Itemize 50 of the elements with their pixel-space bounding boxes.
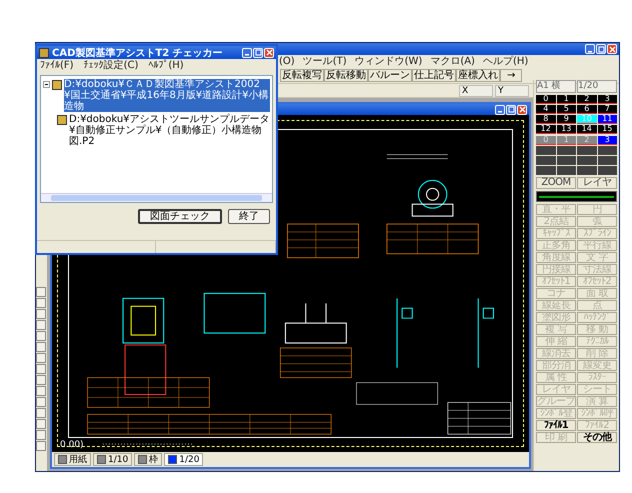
dialog-button[interactable]: 図面チェック bbox=[138, 209, 222, 224]
color-swatch[interactable]: 2 bbox=[577, 95, 596, 104]
color-swatch[interactable]: 6 bbox=[577, 105, 596, 114]
status-toggle[interactable]: 用紙 bbox=[54, 453, 91, 466]
menu-item[interactable]: ツール(T) bbox=[302, 56, 347, 68]
toolbar-button[interactable]: → bbox=[500, 69, 522, 82]
color-swatch[interactable]: 11 bbox=[598, 115, 617, 124]
menu-item[interactable]: ﾌｧｲﾙ(F) bbox=[40, 60, 74, 72]
coordinate-field: Y bbox=[495, 84, 529, 96]
menu-item[interactable]: マクロ(A) bbox=[430, 56, 475, 68]
toolbar-button[interactable]: 座標入れ bbox=[456, 69, 500, 82]
color-swatch[interactable]: 14 bbox=[577, 125, 596, 134]
tree-item[interactable]: D:¥doboku¥アシストツールサンプルデータ¥自動修正サンプル¥（自動修正）小構造物図.P2 bbox=[69, 114, 270, 147]
command-button[interactable]: ﾌｧｲﾙ1 bbox=[536, 420, 576, 431]
toolbar-button[interactable]: 反転複写 bbox=[280, 69, 324, 82]
menu-item[interactable]: (O) bbox=[279, 56, 295, 68]
sheet-size-field: A1 横 bbox=[536, 80, 576, 93]
coordinate-field: X bbox=[459, 84, 493, 96]
color-swatch[interactable]: 15 bbox=[598, 125, 617, 134]
color-swatch[interactable]: 3 bbox=[598, 95, 617, 104]
dialog-button[interactable]: 終了 bbox=[228, 209, 270, 224]
color-swatch[interactable]: 8 bbox=[536, 115, 556, 124]
status-toggle[interactable]: 枠 bbox=[134, 453, 162, 466]
color-swatch[interactable]: 0 bbox=[536, 95, 556, 104]
toolbar-button[interactable]: 反転移動 bbox=[324, 69, 368, 82]
status-toggle[interactable]: 1/10 bbox=[93, 453, 132, 466]
menu-item[interactable]: ウィンドウ(W) bbox=[354, 56, 422, 68]
menu-item[interactable]: ﾁｪｯｸ設定(C) bbox=[84, 60, 138, 72]
toolbar-button[interactable]: 仕上記号 bbox=[412, 69, 456, 82]
status-toggle[interactable]: 1/20 bbox=[164, 453, 204, 466]
coordinate-readout: 0.00) bbox=[60, 440, 84, 450]
dialog-title: CAD製図基準アシストT2 チェッカー bbox=[52, 46, 223, 60]
view-button[interactable]: レイヤ bbox=[577, 177, 617, 189]
color-swatch[interactable]: 13 bbox=[556, 125, 576, 134]
color-swatch[interactable]: 4 bbox=[536, 105, 556, 114]
menu-item[interactable]: ﾍﾙﾌﾟ(H) bbox=[148, 60, 184, 72]
toolbar-button[interactable]: バルーン bbox=[368, 69, 412, 82]
color-swatch[interactable]: 12 bbox=[536, 125, 556, 134]
view-button[interactable]: ZOOM bbox=[536, 177, 576, 189]
menu-item[interactable]: ヘルプ(H) bbox=[482, 56, 528, 68]
command-button[interactable]: その他 bbox=[577, 432, 617, 443]
layer-button[interactable]: 2 bbox=[577, 136, 596, 145]
layer-button[interactable]: 3 bbox=[598, 136, 617, 145]
layer-button[interactable]: 1 bbox=[556, 136, 576, 145]
tree-item[interactable]: D:¥doboku¥ＣＡＤ製図基準アシスト2002¥国土交通省¥平成16年8月版¥道路設計¥小構造物 bbox=[64, 79, 270, 112]
color-swatch[interactable]: 9 bbox=[556, 115, 576, 124]
color-swatch[interactable]: 5 bbox=[556, 105, 576, 114]
color-swatch[interactable]: 7 bbox=[598, 105, 617, 114]
scale-field: 1/20 bbox=[577, 80, 617, 93]
color-swatch[interactable]: 1 bbox=[556, 95, 576, 104]
